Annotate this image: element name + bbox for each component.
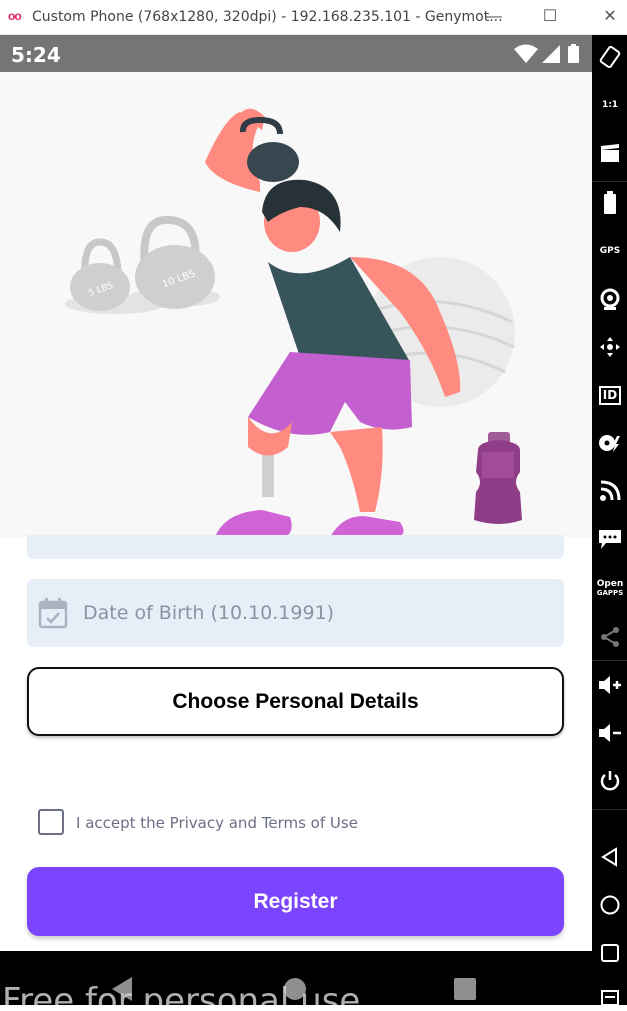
status-time: 5:24 (11, 43, 61, 67)
camera-icon[interactable] (596, 285, 624, 313)
sms-icon[interactable] (596, 525, 624, 553)
calendar-icon (38, 597, 68, 634)
wifi-icon (514, 44, 538, 63)
signal-icon (542, 45, 560, 63)
window-title-bar: oo Custom Phone (768x1280, 320dpi) - 192… (0, 0, 627, 35)
kettlebell-large-image: 10 LBS (135, 215, 215, 309)
volume-up-icon[interactable] (596, 671, 624, 699)
rotate-icon[interactable] (596, 43, 624, 71)
window-title: Custom Phone (768x1280, 320dpi) - 192.16… (32, 9, 503, 25)
gps-icon[interactable]: GPS (596, 237, 624, 265)
battery-widget-icon[interactable] (596, 189, 624, 217)
open-gapps-icon[interactable]: Open GAPPS (596, 575, 624, 603)
network-icon[interactable] (596, 477, 624, 505)
date-of-birth-field[interactable]: Date of Birth (10.10.1991) (27, 579, 564, 647)
terms-checkbox[interactable] (38, 809, 64, 835)
device-id-icon[interactable]: ID (596, 381, 624, 409)
hero-illustration: 5 LBS 10 LBS (0, 72, 592, 537)
partial-input-field[interactable] (27, 535, 564, 559)
android-home-icon[interactable] (596, 891, 624, 919)
recent-apps-icon[interactable] (454, 978, 476, 1000)
screencast-icon[interactable] (596, 139, 624, 167)
share-icon[interactable] (596, 623, 624, 651)
power-icon[interactable] (596, 767, 624, 795)
move-icon[interactable] (596, 333, 624, 361)
watermark-text: Free for personal use (2, 981, 361, 1005)
genymotion-logo: oo (8, 9, 22, 23)
emulator-side-toolbar: 1:1 GPS ID Open GAPPS (592, 35, 627, 1005)
water-bottle-image (474, 432, 522, 524)
disk-io-icon[interactable] (596, 429, 624, 457)
minimize-button[interactable]: — (480, 6, 508, 28)
scale-icon[interactable]: 1:1 (596, 91, 624, 119)
battery-icon (568, 46, 579, 63)
person-lifting-image (205, 108, 461, 537)
register-button[interactable]: Register (27, 867, 564, 936)
android-back-icon[interactable] (596, 843, 624, 871)
menu-icon[interactable] (596, 983, 624, 1011)
maximize-button[interactable]: ☐ (536, 6, 564, 28)
phone-screen: 5:24 5 LBS 10 LBS Date of Birth (10.10.1… (0, 35, 592, 1005)
kettlebell-small-image: 5 LBS (70, 238, 130, 311)
status-bar: 5:24 (0, 35, 592, 72)
close-button[interactable]: ✕ (596, 6, 624, 28)
status-icons (512, 44, 582, 69)
terms-label: I accept the Privacy and Terms of Use (76, 814, 358, 832)
android-recent-icon[interactable] (596, 939, 624, 967)
volume-down-icon[interactable] (596, 719, 624, 747)
choose-personal-details-button[interactable]: Choose Personal Details (27, 667, 564, 736)
date-of-birth-placeholder: Date of Birth (10.10.1991) (83, 602, 335, 624)
